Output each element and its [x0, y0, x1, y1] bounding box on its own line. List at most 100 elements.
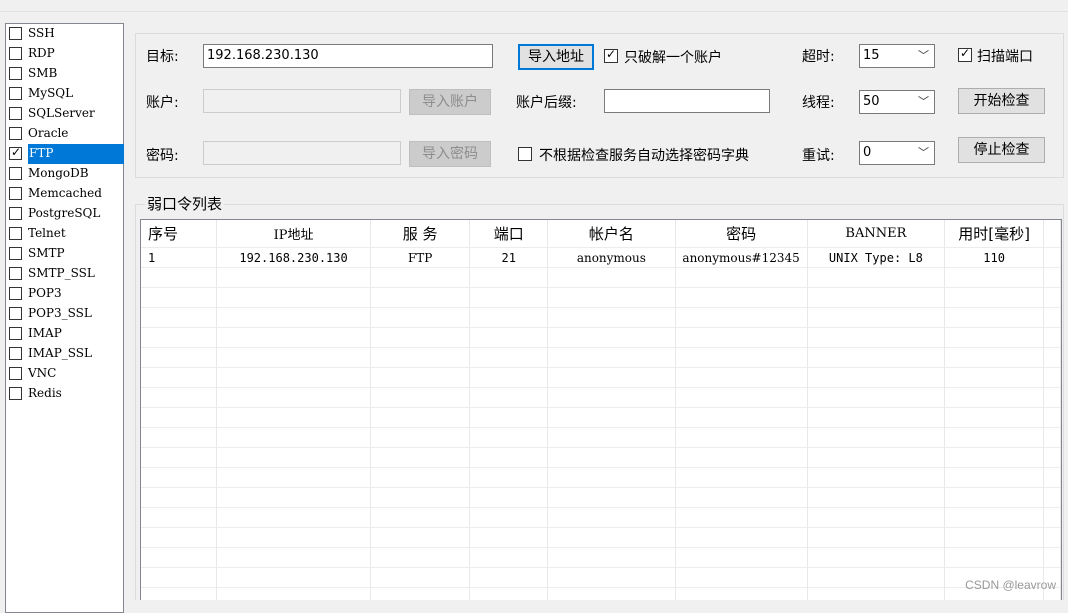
auto-dict-checkbox[interactable] [518, 147, 532, 161]
service-item-smb[interactable]: SMB [6, 64, 123, 84]
empty-cell [370, 507, 471, 528]
start-check-button[interactable]: 开始检查 [958, 88, 1045, 114]
empty-cell [547, 467, 676, 488]
empty-row [141, 587, 1061, 600]
column-header-index[interactable]: 序号 [141, 220, 218, 248]
service-item-redis[interactable]: Redis [6, 384, 123, 404]
stop-check-button[interactable]: 停止检查 [958, 137, 1045, 163]
service-item-telnet[interactable]: Telnet [6, 224, 123, 244]
service-checkbox[interactable] [9, 247, 22, 260]
service-item-imap[interactable]: IMAP [6, 324, 123, 344]
service-checkbox[interactable] [9, 367, 22, 380]
empty-cell [469, 567, 549, 588]
service-checkbox[interactable] [9, 287, 22, 300]
column-header-time[interactable]: 用时[毫秒] [944, 220, 1045, 248]
service-checkbox[interactable] [9, 107, 22, 120]
service-label: RDP [28, 46, 55, 60]
column-header-password[interactable]: 密码 [675, 220, 808, 248]
threads-select[interactable]: 50 ﹀ [859, 90, 935, 114]
empty-cell [370, 267, 471, 288]
service-item-sqlserver[interactable]: SQLServer [6, 104, 123, 124]
service-item-vnc[interactable]: VNC [6, 364, 123, 384]
service-checkbox[interactable] [9, 127, 22, 140]
empty-row [141, 567, 1061, 588]
column-header-banner[interactable]: BANNER [807, 220, 946, 248]
service-item-smtp[interactable]: SMTP [6, 244, 123, 264]
suffix-input[interactable] [604, 89, 770, 113]
crack-one-checkbox[interactable]: ✓ [604, 47, 618, 63]
service-item-ssh[interactable]: SSH [6, 24, 123, 44]
empty-cell [807, 487, 946, 508]
empty-cell [807, 507, 946, 528]
service-item-mongodb[interactable]: MongoDB [6, 164, 123, 184]
service-item-mysql[interactable]: MySQL [6, 84, 123, 104]
service-label: SMTP_SSL [28, 266, 95, 280]
service-label: IMAP [28, 326, 62, 340]
service-checkbox[interactable] [9, 167, 22, 180]
service-label: IMAP_SSL [28, 346, 92, 360]
service-item-pop3[interactable]: POP3 [6, 284, 123, 304]
service-checkbox[interactable] [9, 27, 22, 40]
service-item-rdp[interactable]: RDP [6, 44, 123, 64]
column-header-port[interactable]: 端口 [469, 220, 549, 248]
empty-cell [216, 327, 371, 348]
import-password-button[interactable]: 导入密码 [409, 141, 491, 167]
timeout-value: 15 [863, 48, 880, 63]
empty-cell [675, 567, 808, 588]
service-checkbox[interactable] [9, 307, 22, 320]
column-header-service[interactable]: 服 务 [370, 220, 471, 248]
service-checkbox[interactable] [9, 87, 22, 100]
service-item-oracle[interactable]: Oracle [6, 124, 123, 144]
service-label: PostgreSQL [28, 206, 101, 220]
service-checkbox[interactable] [9, 47, 22, 60]
service-checkbox[interactable] [9, 187, 22, 200]
column-header-ip[interactable]: IP地址 [216, 220, 371, 248]
table-row[interactable]: 1 192.168.230.130 FTP 21 anonymous anony… [141, 247, 1061, 268]
empty-cell [807, 447, 946, 468]
service-checkbox[interactable] [9, 267, 22, 280]
service-item-imap-ssl[interactable]: IMAP_SSL [6, 344, 123, 364]
service-checkbox[interactable] [9, 207, 22, 220]
empty-row [141, 547, 1061, 568]
threads-label: 线程: [802, 95, 835, 111]
empty-cell [216, 587, 371, 600]
retry-label: 重试: [802, 148, 835, 164]
service-item-smtp-ssl[interactable]: SMTP_SSL [6, 264, 123, 284]
empty-cell [216, 567, 371, 588]
service-checkbox[interactable] [9, 227, 22, 240]
empty-row [141, 447, 1061, 468]
service-item-memcached[interactable]: Memcached [6, 184, 123, 204]
service-checkbox[interactable] [9, 347, 22, 360]
cell-index: 1 [141, 247, 218, 268]
service-item-pop3-ssl[interactable]: POP3_SSL [6, 304, 123, 324]
empty-cell [944, 267, 1045, 288]
empty-cell [807, 427, 946, 448]
empty-cell [807, 467, 946, 488]
account-input[interactable] [203, 89, 401, 113]
import-address-button[interactable]: 导入地址 [518, 44, 594, 70]
empty-cell [469, 347, 549, 368]
check-icon: ✓ [606, 47, 617, 61]
service-item-ftp[interactable]: ✓ FTP [6, 144, 124, 164]
empty-cell [807, 407, 946, 428]
empty-cell [141, 487, 218, 508]
service-list[interactable]: SSH RDP SMB MySQL SQLServer Oracle ✓ FTP MongoDB… [5, 23, 124, 613]
empty-cell [1043, 367, 1061, 388]
column-header-filler [1043, 220, 1061, 248]
import-account-button[interactable]: 导入账户 [409, 89, 491, 115]
empty-cell [370, 567, 471, 588]
service-checkbox[interactable]: ✓ [9, 145, 22, 160]
timeout-select[interactable]: 15 ﹀ [859, 44, 935, 68]
service-checkbox[interactable] [9, 387, 22, 400]
empty-cell [547, 567, 676, 588]
target-input[interactable]: 192.168.230.130 [203, 44, 493, 68]
result-table-container[interactable]: 序号 IP地址 服 务 端口 帐户名 密码 BANNER 用时[毫秒] 1 19… [140, 219, 1062, 600]
service-checkbox[interactable] [9, 327, 22, 340]
service-checkbox[interactable] [9, 67, 22, 80]
column-header-account[interactable]: 帐户名 [547, 220, 676, 248]
service-label: VNC [28, 366, 57, 380]
password-input[interactable] [203, 141, 401, 165]
service-item-postgresql[interactable]: PostgreSQL [6, 204, 123, 224]
scan-port-checkbox[interactable]: ✓ [958, 46, 972, 62]
retry-select[interactable]: 0 ﹀ [859, 141, 935, 165]
